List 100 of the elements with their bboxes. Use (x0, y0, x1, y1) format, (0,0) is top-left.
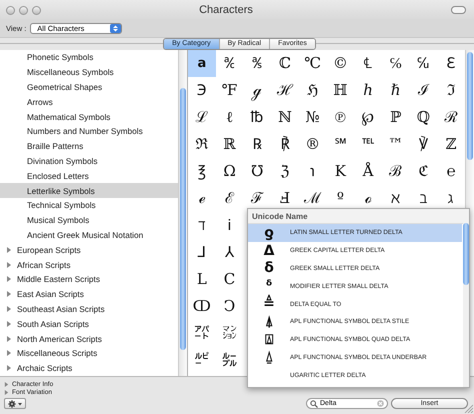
disclosure-triangle-icon[interactable] (6, 336, 12, 342)
character-cell[interactable]: ℈ (188, 77, 216, 104)
character-cell[interactable]: a (188, 50, 216, 77)
zoom-button[interactable] (32, 6, 41, 14)
character-cell[interactable]: ℥ (188, 158, 216, 185)
character-cell[interactable]: ℨ (271, 158, 299, 185)
character-cell[interactable]: ℧ (243, 158, 272, 185)
sidebar-item[interactable]: Letterlike Symbols (0, 183, 178, 198)
character-cell[interactable]: ℜ (188, 131, 216, 158)
character-cell[interactable]: ℚ (410, 104, 438, 131)
character-cell[interactable]: ㌀ (188, 320, 216, 347)
disclosure-triangle-icon[interactable] (6, 262, 12, 268)
sidebar-item[interactable]: Arrows (0, 94, 178, 110)
sidebar-item[interactable]: African Scripts (0, 257, 178, 272)
character-cell[interactable]: ℤ (437, 131, 465, 158)
sidebar-item[interactable]: European Scripts (0, 242, 178, 258)
character-cell[interactable]: ℱ (243, 185, 272, 212)
sidebar-item[interactable]: Ancient Greek Musical Notation (0, 228, 178, 242)
sidebar-item[interactable]: Enclosed Letters (0, 168, 178, 184)
character-cell[interactable]: ℉ (216, 77, 244, 104)
character-cell[interactable]: ℄ (354, 50, 382, 77)
character-cell[interactable]: ℌ (298, 77, 326, 104)
character-cell[interactable]: ℁ (243, 50, 272, 77)
character-cell[interactable]: ℊ (243, 77, 272, 104)
character-cell[interactable]: Ⅽ (216, 266, 244, 293)
character-cell[interactable]: ℩ (298, 158, 326, 185)
character-cell[interactable]: ™ (382, 131, 410, 158)
sidebar-item[interactable]: Mathematical Symbols (0, 109, 178, 124)
scrollbar[interactable] (178, 50, 187, 376)
character-cell[interactable]: ℹ (216, 212, 244, 239)
sidebar-item[interactable]: Divination Symbols (0, 154, 178, 168)
character-cell[interactable]: ㍇ (216, 320, 244, 347)
character-cell[interactable]: ℵ (382, 185, 410, 212)
sidebar-item[interactable]: Geometrical Shapes (0, 80, 178, 94)
sidebar-item[interactable]: Phonetic Symbols (0, 50, 178, 65)
character-cell[interactable]: ℓ (216, 104, 244, 131)
character-cell[interactable]: º (326, 185, 354, 212)
character-cell[interactable]: ℛ (437, 104, 465, 131)
toolbar-toggle-button[interactable] (451, 6, 466, 14)
sidebar-item[interactable]: Southeast Asian Scripts (0, 302, 178, 316)
character-cell[interactable]: Ω (216, 158, 244, 185)
character-cell[interactable]: № (298, 104, 326, 131)
character-cell[interactable]: ℆ (410, 50, 438, 77)
character-cell[interactable]: K (326, 158, 354, 185)
action-menu-button[interactable] (4, 398, 26, 409)
character-cell[interactable]: Å (354, 158, 382, 185)
character-cell[interactable]: ℂ (271, 50, 299, 77)
character-cell[interactable]: ℴ (354, 185, 382, 212)
character-cell[interactable]: ℐ (410, 77, 438, 104)
sidebar-item[interactable]: Archaic Scripts (0, 360, 178, 376)
scrollbar[interactable] (463, 223, 469, 387)
character-cell[interactable]: ℎ (354, 77, 382, 104)
character-cell[interactable]: ℟ (271, 131, 299, 158)
disclosure-triangle-icon[interactable] (6, 246, 12, 253)
sidebar-item[interactable]: North American Scripts (0, 331, 178, 346)
character-cell[interactable]: ® (298, 131, 326, 158)
character-cell[interactable]: ℣ (410, 131, 438, 158)
character-cell[interactable]: ℙ (382, 104, 410, 131)
character-cell[interactable]: ℬ (382, 158, 410, 185)
sidebar-item[interactable]: Musical Symbols (0, 212, 178, 228)
character-cell[interactable]: ℑ (437, 77, 465, 104)
character-cell[interactable]: ℇ (437, 50, 465, 77)
disclosure-triangle-icon[interactable] (6, 276, 12, 282)
character-cell[interactable]: ℒ (188, 104, 216, 131)
clear-icon[interactable] (377, 400, 384, 407)
character-cell[interactable]: ℝ (216, 131, 244, 158)
resize-grip-icon[interactable] (464, 404, 473, 413)
character-cell[interactable]: ℭ (410, 158, 438, 185)
character-cell[interactable]: ↀ (188, 293, 216, 320)
sidebar-item[interactable]: Technical Symbols (0, 198, 178, 213)
character-cell[interactable]: ℔ (243, 104, 272, 131)
character-cell[interactable]: ℍ (326, 77, 354, 104)
character-cell[interactable]: ℮ (437, 158, 465, 185)
character-cell[interactable]: ℃ (298, 50, 326, 77)
disclosure-triangle-icon[interactable] (6, 350, 12, 356)
sidebar-item[interactable]: Numbers and Number Symbols (0, 124, 178, 139)
character-cell[interactable]: ℗ (326, 104, 354, 131)
sidebar-item[interactable]: Miscellaneous Scripts (0, 346, 178, 361)
disclosure-triangle-icon[interactable] (6, 291, 12, 298)
character-cell[interactable]: ㍔ (216, 347, 244, 374)
character-cell[interactable]: ℏ (382, 77, 410, 104)
character-cell[interactable]: Ⅎ (271, 185, 299, 212)
character-cell[interactable]: ℕ (271, 104, 299, 131)
character-cell[interactable]: ℀ (216, 50, 244, 77)
character-cell[interactable]: ℞ (243, 131, 272, 158)
character-cell[interactable]: ℋ (271, 77, 299, 104)
character-cell[interactable]: ℯ (188, 185, 216, 212)
close-button[interactable] (6, 6, 15, 14)
character-cell[interactable]: ℰ (216, 185, 244, 212)
sidebar-item[interactable]: South Asian Scripts (0, 316, 178, 332)
sidebar-item[interactable]: Middle Eastern Scripts (0, 272, 178, 287)
disclosure-triangle-icon[interactable] (6, 320, 12, 327)
character-cell[interactable]: ⅄ (216, 239, 244, 266)
character-cell[interactable]: ℅ (382, 50, 410, 77)
character-cell[interactable]: L (188, 266, 216, 293)
character-cell[interactable]: ℷ (437, 185, 465, 212)
character-cell[interactable]: ℡ (354, 131, 382, 158)
character-cell[interactable]: ⅃ (188, 239, 216, 266)
character-cell[interactable]: ℘ (354, 104, 382, 131)
minimize-button[interactable] (19, 6, 28, 14)
